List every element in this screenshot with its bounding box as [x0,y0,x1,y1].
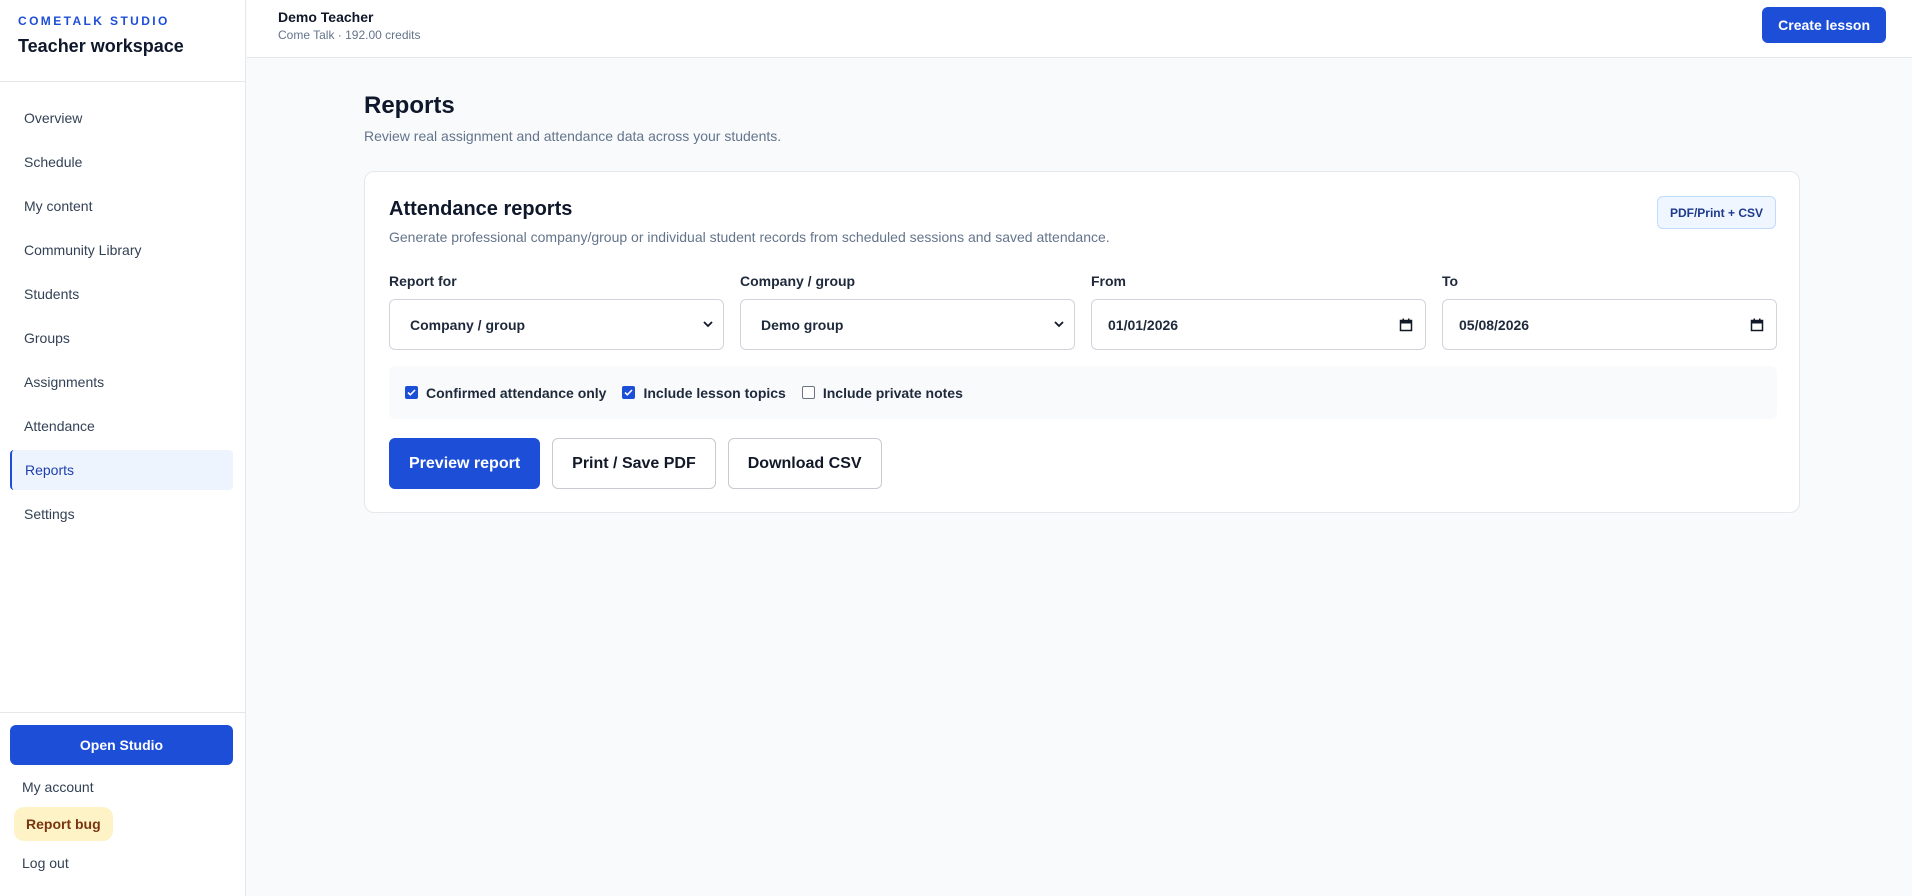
chevron-down-icon [701,318,715,332]
sidebar-item-overview[interactable]: Overview [10,98,233,138]
company-group-label: Company / group [740,273,856,289]
company-group-select[interactable]: Demo group [740,299,1075,350]
page-subtitle: Review real assignment and attendance da… [364,128,782,144]
topbar: Demo Teacher Come Talk · 192.00 credits … [247,0,1912,58]
user-credits: Come Talk · 192.00 credits [278,28,421,42]
from-date-input[interactable]: 01/01/2026 [1091,299,1426,350]
sidebar-footer: Open Studio My account Report bug Log ou… [0,712,245,896]
report-bug-button[interactable]: Report bug [14,807,113,841]
brand: COMETALK STUDIO Teacher workspace [0,0,245,82]
company-group-field: Company / group Demo group [740,273,1075,350]
print-save-pdf-button[interactable]: Print / Save PDF [552,438,716,489]
log-out-link[interactable]: Log out [10,855,233,871]
lesson-topics-option[interactable]: Include lesson topics [622,384,786,401]
sidebar-item-my-content[interactable]: My content [10,186,233,226]
company-group-value: Demo group [761,316,844,333]
preview-report-button[interactable]: Preview report [389,438,541,489]
brand-kicker: COMETALK STUDIO [18,14,170,28]
sidebar-item-reports[interactable]: Reports [10,450,233,490]
card-title: Attendance reports [389,198,573,220]
sidebar-item-assignments[interactable]: Assignments [10,362,233,402]
report-actions: Preview report Print / Save PDF Download… [389,438,894,489]
to-date-field: To 05/08/2026 [1442,273,1777,350]
brand-title: Teacher workspace [18,36,184,56]
to-date-input[interactable]: 05/08/2026 [1442,299,1777,350]
sidebar-item-schedule[interactable]: Schedule [10,142,233,182]
sidebar-item-community-library[interactable]: Community Library [10,230,233,270]
sidebar: COMETALK STUDIO Teacher workspace Overvi… [0,0,246,896]
from-date-value: 01/01/2026 [1108,316,1179,333]
sidebar-item-attendance[interactable]: Attendance [10,406,233,446]
download-csv-button[interactable]: Download CSV [727,438,882,489]
private-notes-label: Include private notes [822,384,963,401]
chevron-down-icon [1052,318,1066,332]
lesson-topics-checkbox[interactable] [622,386,636,399]
report-for-field: Report for Company / group [389,273,724,350]
private-notes-option[interactable]: Include private notes [801,384,963,401]
attendance-reports-card: Attendance reports Generate professional… [364,171,1800,513]
my-account-link[interactable]: My account [10,779,233,795]
report-for-select[interactable]: Company / group [389,299,724,350]
sidebar-nav: Overview Schedule My content Community L… [0,82,245,534]
lesson-topics-label: Include lesson topics [643,384,786,401]
sidebar-item-students[interactable]: Students [10,274,233,314]
sidebar-item-groups[interactable]: Groups [10,318,233,358]
to-date-value: 05/08/2026 [1459,316,1530,333]
calendar-icon[interactable] [1399,318,1413,332]
user-name: Demo Teacher [278,9,374,25]
confirmed-attendance-checkbox[interactable] [405,386,418,399]
card-subtitle: Generate professional company/group or i… [389,229,1110,245]
confirmed-attendance-option[interactable]: Confirmed attendance only [405,385,606,401]
page-title: Reports [364,92,455,119]
open-studio-button[interactable]: Open Studio [10,725,233,765]
create-lesson-button[interactable]: Create lesson [1762,7,1886,43]
from-date-field: From 01/01/2026 [1091,273,1426,350]
confirmed-attendance-label: Confirmed attendance only [426,384,607,401]
from-label: From [1091,273,1126,289]
report-for-value: Company / group [410,316,526,333]
format-badge: PDF/Print + CSV [1656,196,1776,229]
private-notes-checkbox[interactable] [801,386,815,399]
report-options: Confirmed attendance only Include lesson… [389,366,1777,419]
to-label: To [1442,273,1459,289]
sidebar-item-settings[interactable]: Settings [10,494,233,534]
report-for-label: Report for [389,273,457,289]
calendar-icon[interactable] [1750,318,1764,332]
